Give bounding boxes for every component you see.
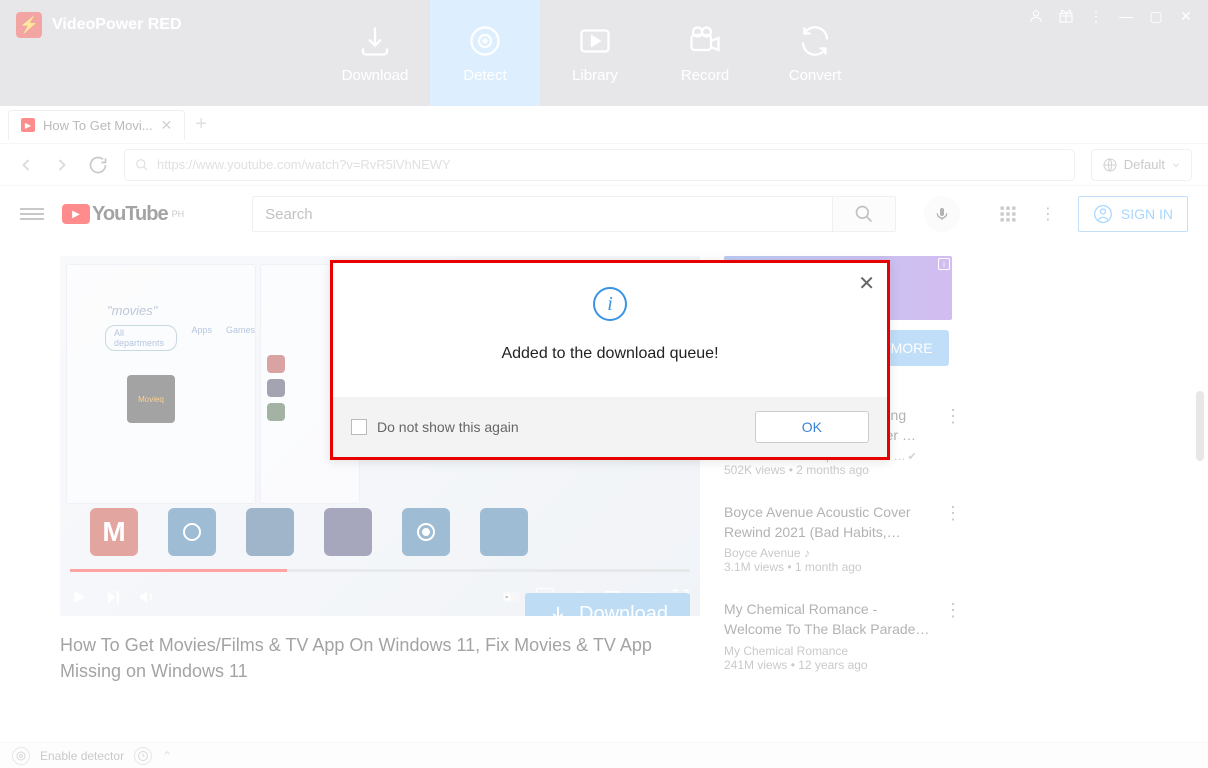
dont-show-label: Do not show this again xyxy=(377,419,745,435)
modal-header: ✕ i xyxy=(333,263,887,331)
modal-highlight-frame: ✕ i Added to the download queue! Do not … xyxy=(330,260,890,460)
info-icon: i xyxy=(593,287,627,321)
modal-message: Added to the download queue! xyxy=(333,331,887,397)
modal-close-button[interactable]: ✕ xyxy=(858,271,875,296)
modal-footer: Do not show this again OK xyxy=(333,397,887,457)
info-modal: ✕ i Added to the download queue! Do not … xyxy=(333,263,887,457)
dont-show-checkbox[interactable] xyxy=(351,419,367,435)
ok-button[interactable]: OK xyxy=(755,411,869,443)
